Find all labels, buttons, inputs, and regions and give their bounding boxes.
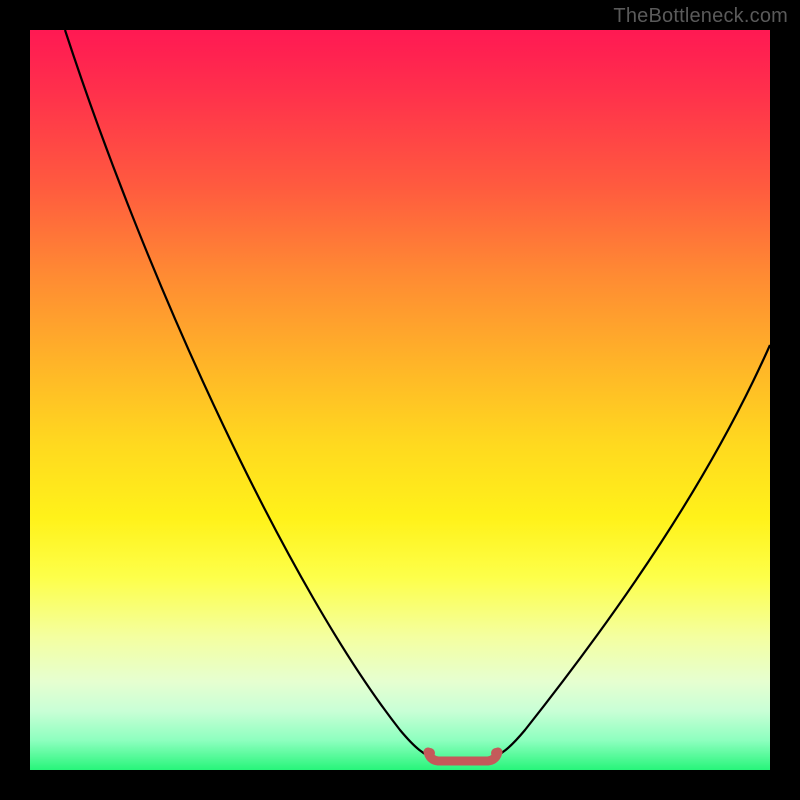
optimal-flat-segment [425, 748, 501, 761]
plot-area [30, 30, 770, 770]
watermark-text: TheBottleneck.com [613, 5, 788, 28]
chart-frame: TheBottleneck.com [0, 0, 800, 800]
curve-path [65, 30, 770, 758]
bottleneck-curve [30, 30, 770, 770]
